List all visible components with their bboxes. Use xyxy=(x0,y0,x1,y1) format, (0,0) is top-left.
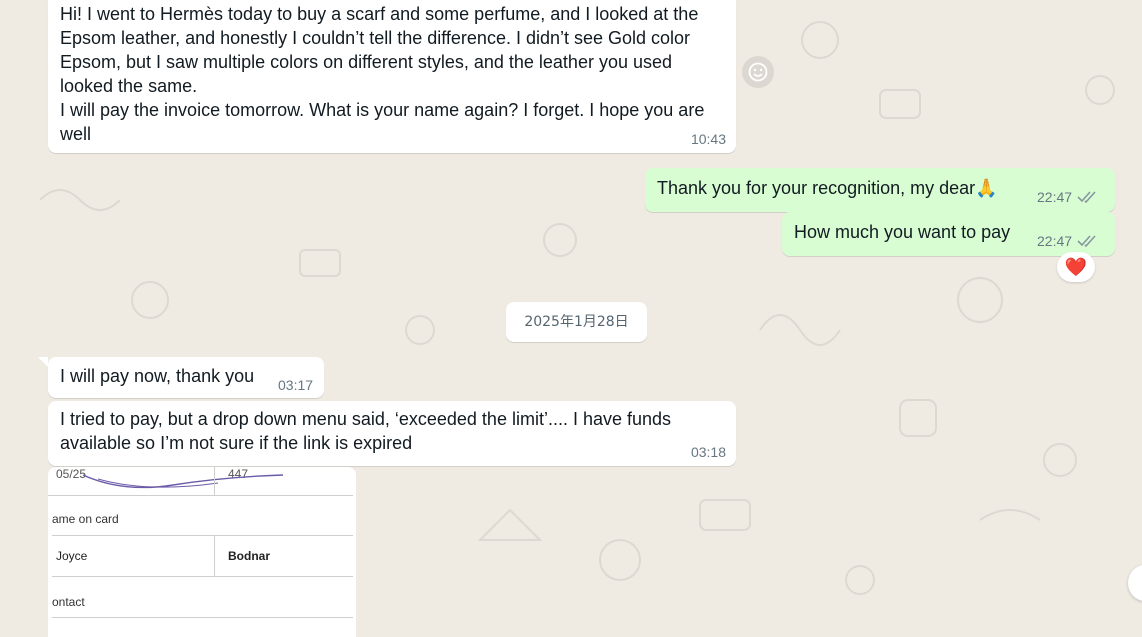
incoming-message-bubble[interactable]: I tried to pay, but a drop down menu sai… xyxy=(48,401,736,466)
message-timestamp: 22:47 xyxy=(1037,233,1073,249)
form-divider xyxy=(214,467,215,495)
scroll-down-button[interactable] xyxy=(1128,565,1142,601)
smiley-icon xyxy=(748,62,768,82)
image-attachment[interactable]: 05/25 447 ame on card Joyce Bodnar ontac… xyxy=(48,467,356,637)
form-label-contact: ontact xyxy=(52,595,85,609)
message-text: Thank you for your recognition, my dear🙏 xyxy=(657,178,998,198)
double-check-icon xyxy=(1077,191,1096,204)
form-first-name: Joyce xyxy=(56,549,88,563)
form-label-name: ame on card xyxy=(52,512,119,526)
message-timestamp: 03:17 xyxy=(278,377,314,393)
double-check-icon xyxy=(1077,235,1096,248)
form-divider xyxy=(52,576,353,577)
form-divider xyxy=(48,495,353,496)
date-divider: 2025年1月28日 xyxy=(506,302,647,342)
react-emoji-button[interactable] xyxy=(742,56,774,88)
form-divider xyxy=(214,535,215,577)
message-text: Hi! I went to Hermès today to buy a scar… xyxy=(60,4,705,144)
outgoing-message-bubble[interactable]: Thank you for your recognition, my dear🙏… xyxy=(645,168,1115,212)
message-timestamp: 10:43 xyxy=(690,131,726,147)
incoming-message-bubble[interactable]: I will pay now, thank you 03:17 xyxy=(48,357,324,398)
message-text: I will pay now, thank you xyxy=(60,366,255,386)
incoming-message-bubble[interactable]: Hi! I went to Hermès today to buy a scar… xyxy=(48,0,736,153)
bubble-tail xyxy=(38,357,48,367)
heart-icon: ❤️ xyxy=(1064,256,1088,277)
heart-reaction[interactable]: ❤️ xyxy=(1057,252,1095,282)
message-timestamp: 22:47 xyxy=(1037,189,1073,205)
form-divider xyxy=(52,617,353,618)
message-text: How much you want to pay xyxy=(794,222,1011,242)
form-last-name: Bodnar xyxy=(228,549,270,563)
message-text: I tried to pay, but a drop down menu sai… xyxy=(60,409,672,453)
message-timestamp: 03:18 xyxy=(690,444,726,460)
outgoing-message-bubble[interactable]: How much you want to pay 22:47 xyxy=(782,212,1115,256)
scribble-signature xyxy=(82,474,284,489)
form-divider xyxy=(52,535,353,536)
